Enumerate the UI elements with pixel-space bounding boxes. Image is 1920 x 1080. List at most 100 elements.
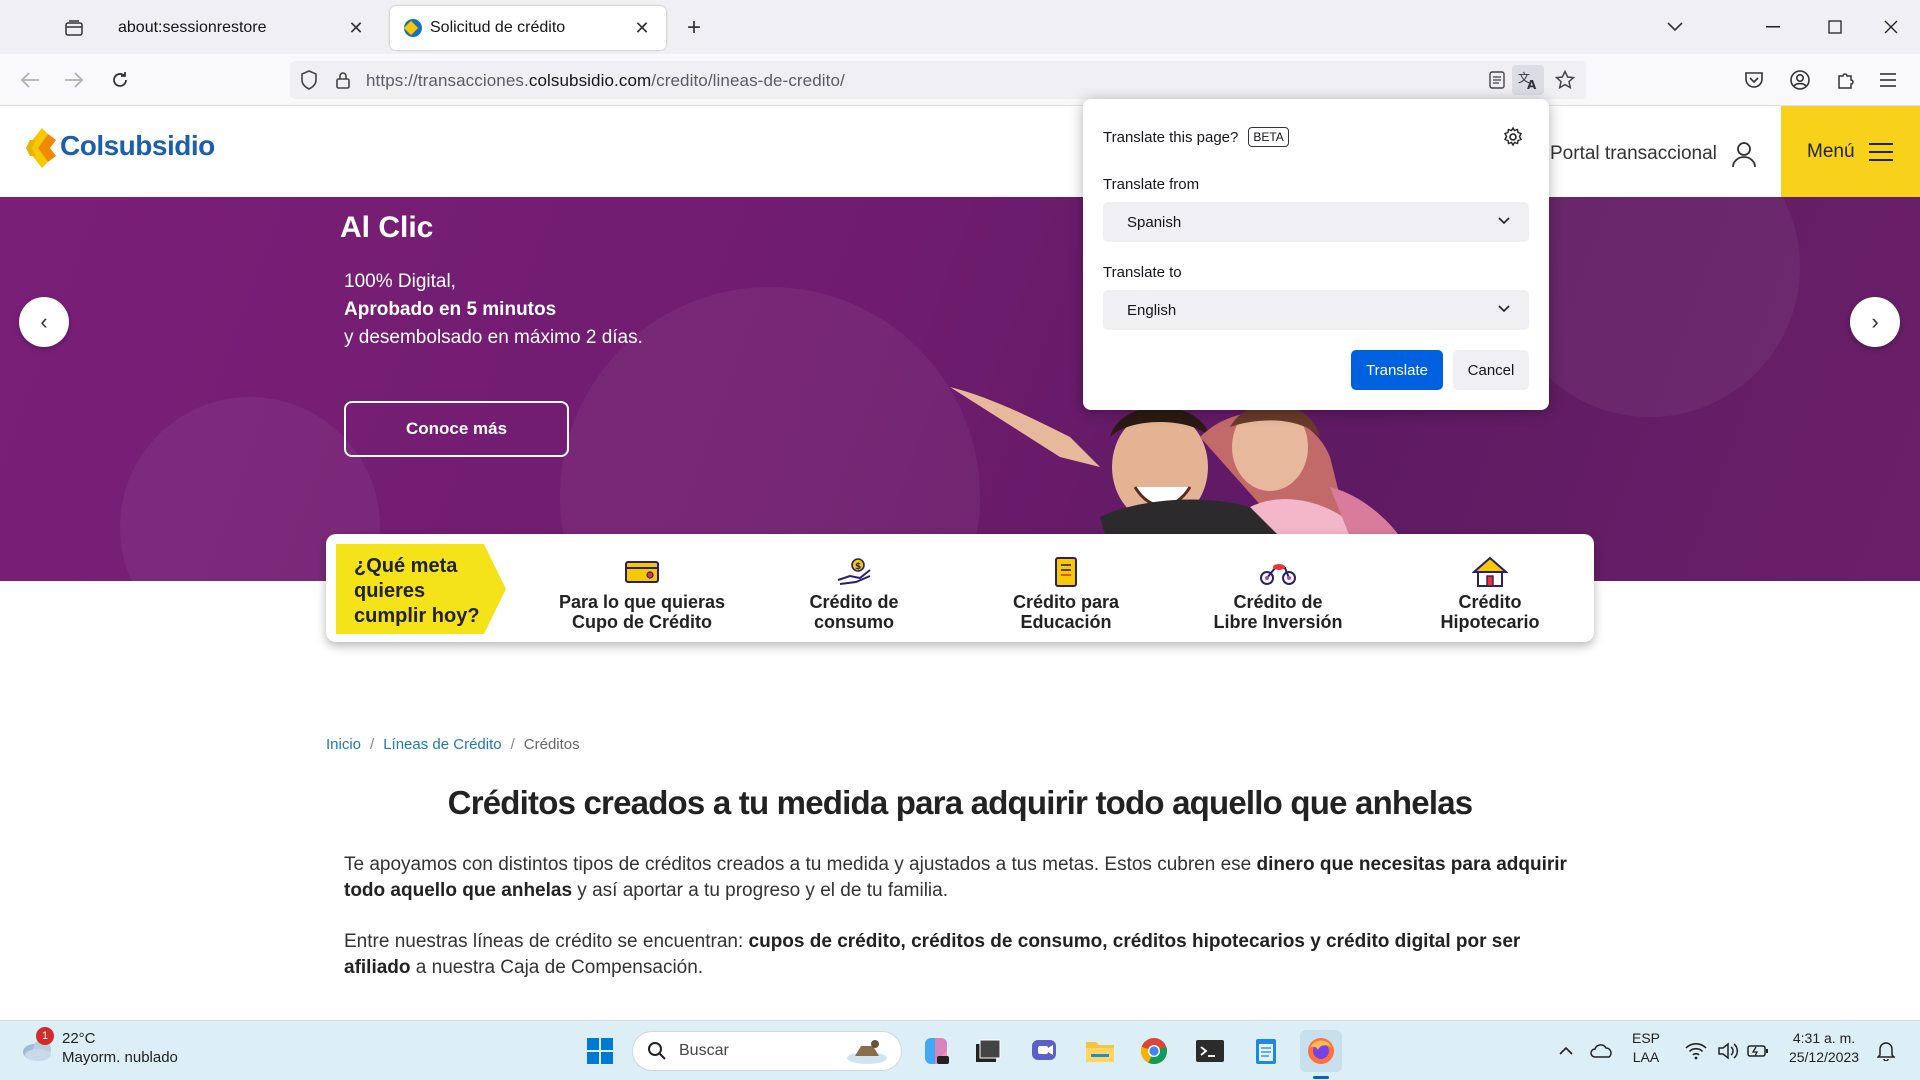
show-hidden-icons-button[interactable] — [1548, 1033, 1584, 1069]
tab-sessionrestore[interactable]: about:sessionrestore ✕ — [104, 6, 380, 50]
extensions-button[interactable] — [1830, 64, 1862, 96]
translate-icon[interactable]: 文A — [1512, 65, 1544, 95]
windows-taskbar: 1 22°C Mayorm. nublado Buscar ESP LAA 4:… — [0, 1020, 1920, 1080]
breadcrumb-current: Créditos — [523, 736, 580, 753]
translate-from-select[interactable]: Spanish — [1103, 202, 1529, 242]
url-bar[interactable]: https://transacciones.colsubsidio.com/cr… — [290, 61, 1586, 99]
language-indicator[interactable]: ESP LAA — [1632, 1029, 1660, 1067]
beta-badge: BETA — [1248, 127, 1289, 147]
close-tab-icon[interactable]: ✕ — [346, 18, 366, 38]
goal-credito-consumo[interactable]: $ Crédito de consumo — [754, 556, 954, 632]
goal-badge-line: cumplir hoy? — [354, 605, 480, 627]
gear-icon — [1504, 127, 1522, 147]
weather-widget[interactable]: 1 22°C Mayorm. nublado — [20, 1027, 178, 1067]
chevron-up-icon — [1559, 1046, 1573, 1055]
translate-popup: Translate this page? BETA Translate from… — [1083, 99, 1549, 410]
translate-button[interactable]: Translate — [1351, 350, 1443, 390]
close-icon — [1884, 20, 1898, 34]
windows-start-icon — [587, 1038, 613, 1064]
onedrive-icon[interactable] — [1584, 1033, 1620, 1069]
terminal-icon[interactable] — [1192, 1033, 1228, 1069]
notification-bell-icon[interactable] — [1868, 1033, 1904, 1069]
minimize-button[interactable] — [1756, 10, 1790, 44]
breadcrumb-lineas-credito[interactable]: Líneas de Crédito — [383, 736, 501, 753]
pocket-icon — [1745, 72, 1763, 88]
breadcrumb-inicio[interactable]: Inicio — [326, 736, 361, 753]
notepad-icon[interactable] — [1248, 1033, 1284, 1069]
back-arrow-icon — [20, 72, 39, 88]
carousel-prev-button[interactable]: ‹ — [19, 297, 69, 347]
cancel-button[interactable]: Cancel — [1453, 350, 1529, 390]
translate-settings-button[interactable] — [1501, 125, 1525, 149]
search-icon — [648, 1042, 666, 1060]
chevron-left-icon: ‹ — [40, 309, 48, 334]
goal-label: Crédito de — [809, 592, 899, 612]
goal-label: Libre Inversión — [1213, 612, 1343, 632]
lines-paragraph: Entre nuestras líneas de crédito se encu… — [344, 929, 1584, 981]
portal-transaccional-link[interactable]: Portal transaccional — [1550, 140, 1757, 168]
goal-credito-hipotecario[interactable]: Crédito Hipotecario — [1390, 556, 1590, 632]
language-top: ESP — [1632, 1030, 1661, 1046]
favicon-icon — [404, 19, 422, 37]
tab-solicitud-credito[interactable]: Solicitud de crédito ✕ — [390, 6, 666, 50]
new-tab-button[interactable]: + — [680, 14, 708, 42]
list-all-tabs-button[interactable] — [1658, 10, 1692, 44]
url-text[interactable]: https://transacciones.colsubsidio.com/cr… — [366, 71, 845, 91]
battery-icon[interactable] — [1740, 1033, 1776, 1069]
app-menu-button[interactable] — [1872, 64, 1904, 96]
shield-icon[interactable] — [298, 69, 320, 91]
taskbar-search[interactable]: Buscar — [632, 1031, 902, 1071]
puzzle-icon — [1838, 73, 1854, 89]
bookmark-star-icon[interactable] — [1554, 69, 1576, 91]
user-icon — [1731, 142, 1756, 168]
maximize-button[interactable] — [1818, 10, 1852, 44]
chevron-right-icon: › — [1871, 309, 1879, 334]
carousel-next-button[interactable]: › — [1850, 297, 1900, 347]
pocket-button[interactable] — [1738, 64, 1770, 96]
close-tab-icon[interactable]: ✕ — [632, 18, 652, 38]
hero-title: Al Clic — [340, 211, 434, 244]
copilot-icon[interactable] — [918, 1033, 954, 1069]
chrome-icon[interactable] — [1136, 1033, 1172, 1069]
translate-to-select[interactable]: English — [1103, 290, 1529, 330]
close-window-button[interactable] — [1874, 10, 1908, 44]
goal-credito-educacion[interactable]: Crédito para Educación — [966, 556, 1166, 632]
reader-view-icon[interactable] — [1486, 69, 1508, 91]
reload-button[interactable] — [104, 64, 136, 96]
file-explorer-icon[interactable] — [1082, 1033, 1118, 1069]
lock-icon[interactable] — [332, 69, 354, 91]
firefox-icon[interactable] — [1300, 1030, 1342, 1072]
back-button[interactable] — [14, 64, 46, 96]
translate-from-label: Translate from — [1103, 176, 1200, 193]
weather-text: 22°C Mayorm. nublado — [62, 1029, 178, 1067]
goal-label: Crédito de — [1233, 592, 1323, 612]
tab-list-button[interactable] — [60, 14, 88, 42]
url-domain: colsubsidio.com — [528, 71, 652, 90]
chevron-down-icon — [1667, 22, 1683, 32]
minimize-icon — [1766, 26, 1780, 28]
paragraph-text: Te apoyamos con distintos tipos de crédi… — [344, 854, 1257, 875]
clock[interactable]: 4:31 a. m. 25/12/2023 — [1776, 1029, 1872, 1067]
goal-label: consumo — [813, 612, 894, 632]
credit-card-icon — [623, 556, 661, 588]
hand-money-icon: $ — [835, 556, 873, 588]
goal-libre-inversion[interactable]: Crédito de Libre Inversión — [1178, 556, 1378, 632]
account-button[interactable] — [1784, 64, 1816, 96]
menu-label: Menú — [1807, 140, 1855, 162]
forward-button[interactable] — [58, 64, 90, 96]
url-prefix: https://transacciones. — [366, 71, 529, 90]
task-view-icon[interactable] — [970, 1033, 1006, 1069]
wifi-icon[interactable] — [1678, 1033, 1714, 1069]
site-menu-button[interactable]: Menú — [1781, 106, 1920, 197]
goal-label: Educación — [1020, 612, 1112, 632]
breadcrumb-separator: / — [370, 736, 375, 753]
colsubsidio-logo[interactable]: Colsubsidio — [22, 126, 215, 168]
goal-cupo-de-credito[interactable]: Para lo que quieras Cupo de Crédito — [542, 556, 742, 632]
weather-temp: 22°C — [62, 1030, 96, 1047]
teams-chat-icon[interactable] — [1026, 1033, 1062, 1069]
conoce-mas-button[interactable]: Conoce más — [344, 401, 569, 457]
active-app-indicator — [1313, 1076, 1329, 1079]
clock-time: 4:31 a. m. — [1792, 1030, 1856, 1046]
start-button[interactable] — [582, 1033, 618, 1069]
account-icon — [1790, 70, 1810, 90]
